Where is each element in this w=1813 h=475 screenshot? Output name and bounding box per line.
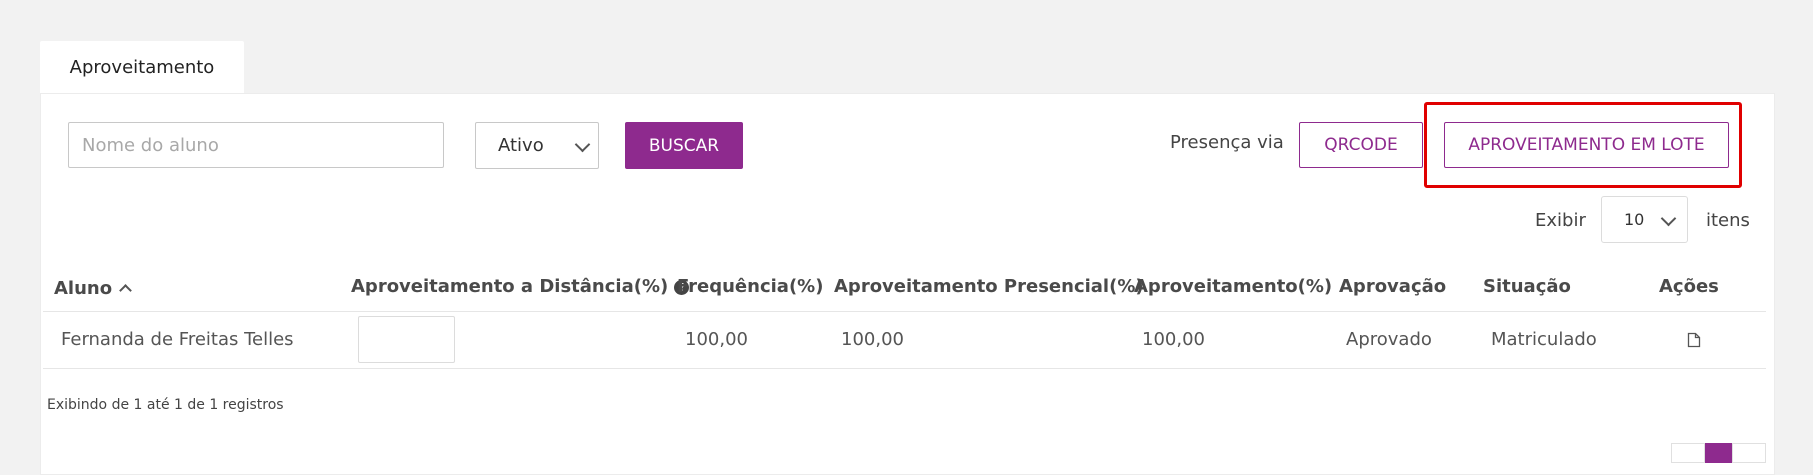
page-size-select[interactable]: 10 [1601,196,1688,243]
column-header-aprov-distancia: Aproveitamento a Distância(%)? [351,276,690,297]
status-select[interactable]: Ativo [475,122,599,169]
chevron-down-icon [1660,210,1677,227]
cell-situacao: Matriculado [1491,329,1597,350]
page-size-suffix: itens [1706,210,1750,231]
column-header-aluno-label: Aluno [54,278,113,299]
pagination-next-button[interactable] [1732,443,1766,463]
column-header-acoes: Ações [1659,276,1719,297]
search-input[interactable] [68,122,444,168]
cell-aprov-presencial: 100,00 [841,329,904,350]
records-info: Exibindo de 1 até 1 de 1 registros [47,397,284,413]
pagination-current-page[interactable] [1705,443,1732,463]
column-header-situacao: Situação [1483,276,1571,297]
chevron-down-icon [574,136,591,153]
page-size-value: 10 [1624,210,1645,229]
page-size-label: Exibir [1535,210,1586,231]
cell-frequencia: 100,00 [685,329,748,350]
qrcode-button[interactable]: QRCODE [1299,122,1423,168]
column-header-frequencia: Frequência(%) [677,276,824,297]
cell-aluno: Fernanda de Freitas Telles [61,329,294,350]
status-select-value: Ativo [498,135,544,156]
table-header-divider [43,311,1766,312]
aprov-distancia-input[interactable] [358,316,455,363]
aproveitamento-em-lote-button[interactable]: APROVEITAMENTO EM LOTE [1444,122,1729,168]
search-button[interactable]: BUSCAR [625,122,743,169]
pagination-prev-button[interactable] [1671,443,1705,463]
column-header-aluno[interactable]: Aluno [54,278,132,299]
document-icon[interactable] [1687,332,1701,348]
column-header-aproveitamento: Aproveitamento(%) [1134,276,1333,297]
table-row-divider [43,368,1766,369]
cell-aproveitamento: 100,00 [1142,329,1205,350]
chevron-up-icon [119,284,132,297]
column-header-aprov-distancia-label: Aproveitamento a Distância(%) [351,276,669,297]
column-header-aprovacao: Aprovação [1339,276,1447,297]
tab-label: Aproveitamento [69,57,215,78]
presenca-label: Presença via [1170,132,1284,153]
tab-aproveitamento[interactable]: Aproveitamento [40,41,244,94]
column-header-aprov-presencial: Aproveitamento Presencial(%) [834,276,1144,297]
cell-aprovacao: Aprovado [1346,329,1432,350]
